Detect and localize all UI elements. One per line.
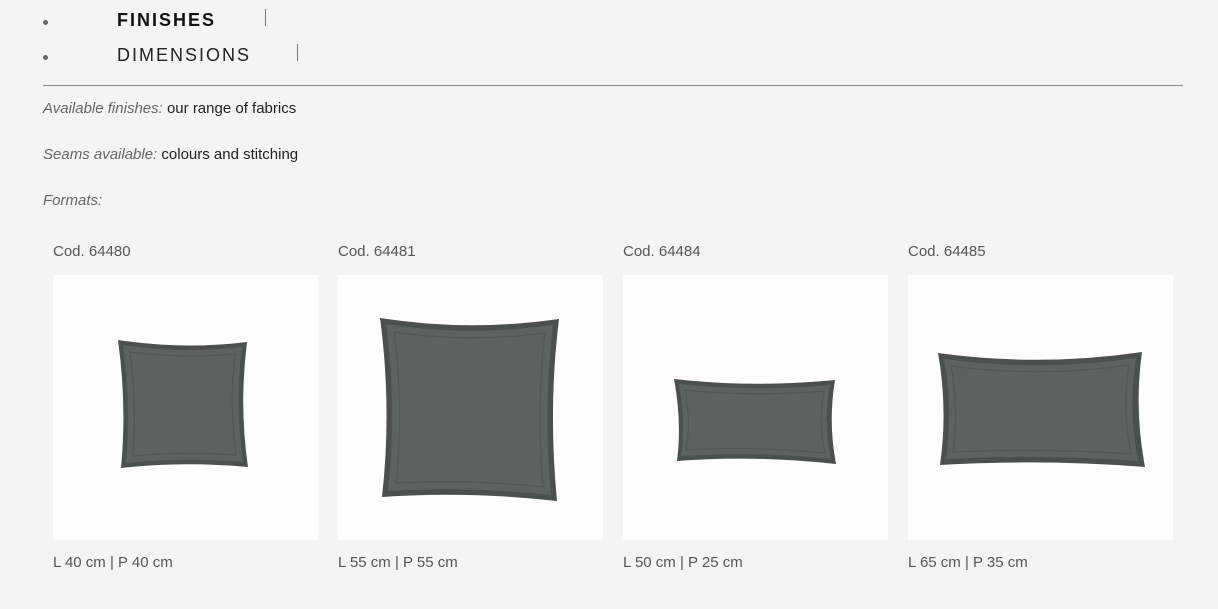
product-card: Cod. 64481 L 55 cm | P 55 cm (338, 243, 603, 571)
formats-line: Formats: (43, 192, 102, 209)
cushion-illustration (938, 352, 1145, 467)
product-dimensions: L 65 cm | P 35 cm (908, 554, 1028, 571)
product-card: Cod. 64484 L 50 cm | P 25 cm (623, 243, 888, 571)
product-code: Cod. 64480 (53, 243, 131, 260)
tab-dimensions[interactable]: DIMENSIONS (0, 43, 400, 73)
rectangular-cushion-small-image[interactable] (623, 275, 888, 540)
cushion-illustration (674, 379, 836, 464)
product-dimensions: L 50 cm | P 25 cm (623, 554, 743, 571)
tab-finishes-label[interactable]: FINISHES (117, 10, 216, 31)
square-cushion-small-image[interactable] (53, 275, 318, 540)
tab-separator (297, 44, 298, 61)
product-card: Cod. 64485 L 65 cm | P 35 cm (908, 243, 1173, 571)
product-dimensions: L 40 cm | P 40 cm (53, 554, 173, 571)
product-code: Cod. 64485 (908, 243, 986, 260)
product-code: Cod. 64484 (623, 243, 701, 260)
section-divider (43, 85, 1183, 86)
tab-dimensions-label[interactable]: DIMENSIONS (117, 45, 251, 66)
seams-available-line: Seams available: colours and stitching (43, 146, 298, 163)
rectangular-cushion-large-image[interactable] (908, 275, 1173, 540)
seams-available-key: Seams available: (43, 146, 158, 163)
seams-available-value: colours and stitching (161, 146, 299, 163)
product-dimensions: L 55 cm | P 55 cm (338, 554, 458, 571)
tab-finishes[interactable]: FINISHES (0, 8, 400, 38)
available-finishes-line: Available finishes: our range of fabrics (43, 100, 296, 117)
cushion-illustration (380, 318, 559, 501)
formats-key: Formats: (43, 192, 103, 209)
available-finishes-value: our range of fabrics (166, 100, 297, 117)
product-code: Cod. 64481 (338, 243, 416, 260)
tab-separator (265, 9, 266, 26)
product-details-page: FINISHES DIMENSIONS Available finishes: … (0, 0, 1218, 609)
product-card: Cod. 64480 L 40 cm | P 40 cm (53, 243, 318, 571)
bullet-icon (43, 20, 48, 25)
cushion-illustration (118, 340, 248, 468)
square-cushion-large-image[interactable] (338, 275, 603, 540)
available-finishes-key: Available finishes: (43, 100, 163, 117)
bullet-icon (43, 55, 48, 60)
